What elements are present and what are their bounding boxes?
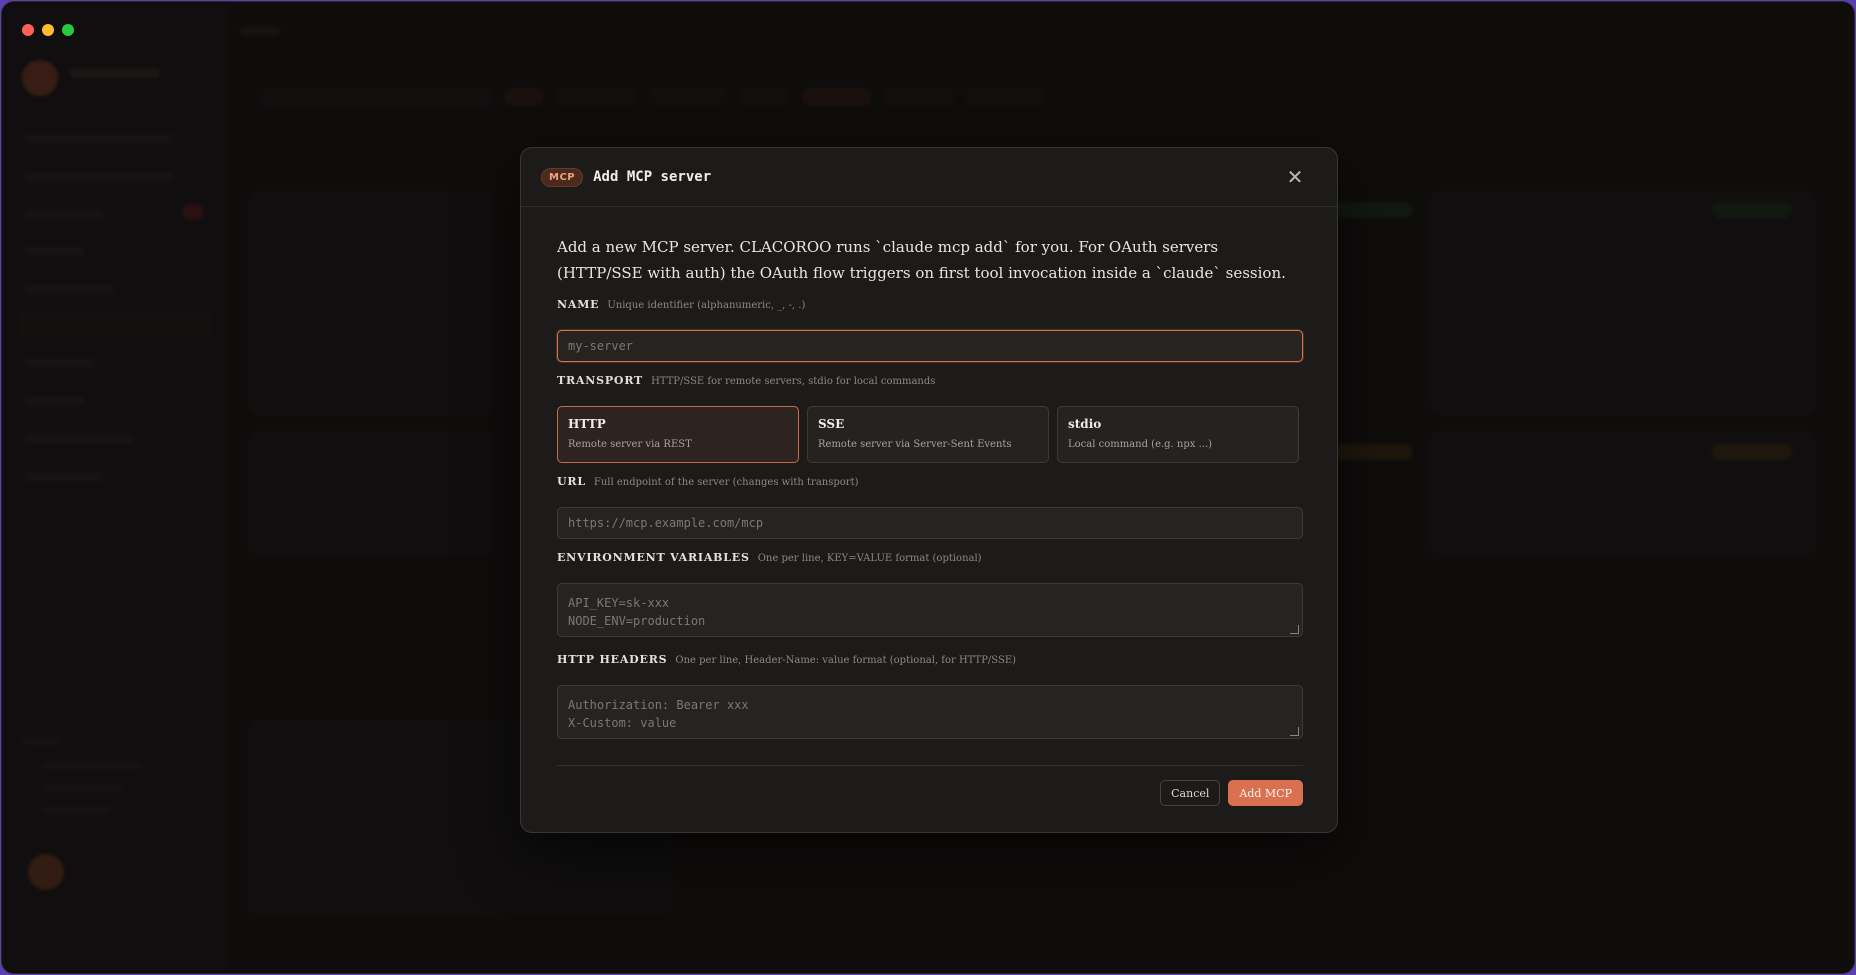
transport-option-http[interactable]: HTTP Remote server via REST: [557, 406, 799, 463]
transport-option-stdio[interactable]: stdio Local command (e.g. npx ...): [1057, 406, 1299, 463]
app-window: MCP Add MCP server ✕ Add a new MCP serve…: [2, 2, 1854, 973]
window-close-button[interactable]: [22, 24, 34, 36]
http-headers-textarea[interactable]: Authorization: Bearer xxx X-Custom: valu…: [557, 685, 1303, 739]
name-input[interactable]: my-server: [557, 330, 1303, 362]
name-input-placeholder: my-server: [568, 339, 634, 353]
window-maximize-button[interactable]: [62, 24, 74, 36]
add-mcp-server-dialog: MCP Add MCP server ✕ Add a new MCP serve…: [520, 147, 1338, 833]
url-field-label: URL Full endpoint of the server (changes…: [557, 475, 859, 488]
headers-placeholder-line: X-Custom: value: [568, 716, 677, 730]
dialog-footer: Cancel Add MCP: [557, 780, 1303, 806]
resize-handle-icon[interactable]: [1290, 625, 1299, 634]
transport-option-sse[interactable]: SSE Remote server via Server-Sent Events: [807, 406, 1049, 463]
transport-field-label: TRANSPORT HTTP/SSE for remote servers, s…: [557, 374, 936, 387]
dialog-header: MCP Add MCP server ✕: [521, 148, 1337, 207]
url-input-placeholder: https://mcp.example.com/mcp: [568, 516, 764, 530]
headers-field-label: HTTP HEADERS One per line, Header-Name: …: [557, 653, 1017, 666]
env-field-label: ENVIRONMENT VARIABLES One per line, KEY=…: [557, 551, 982, 564]
dialog-body: Add a new MCP server. CLACOROO runs `cla…: [521, 207, 1337, 806]
window-minimize-button[interactable]: [42, 24, 54, 36]
cancel-button[interactable]: Cancel: [1160, 780, 1221, 806]
mcp-badge: MCP: [541, 167, 584, 187]
window-controls: [22, 24, 74, 36]
dialog-title: Add MCP server: [593, 169, 712, 185]
transport-options: HTTP Remote server via REST SSE Remote s…: [557, 406, 1301, 463]
headers-placeholder-line: Authorization: Bearer xxx: [568, 698, 749, 712]
add-mcp-button[interactable]: Add MCP: [1228, 780, 1303, 806]
url-input[interactable]: https://mcp.example.com/mcp: [557, 507, 1303, 539]
env-vars-textarea[interactable]: API_KEY=sk-xxx NODE_ENV=production: [557, 583, 1303, 637]
close-icon: ✕: [1286, 165, 1304, 189]
name-field-label: NAME Unique identifier (alphanumeric, _,…: [557, 298, 806, 311]
dialog-description: Add a new MCP server. CLACOROO runs `cla…: [557, 238, 1286, 282]
env-placeholder-line: API_KEY=sk-xxx: [568, 596, 670, 610]
close-button[interactable]: ✕: [1283, 165, 1307, 189]
env-placeholder-line: NODE_ENV=production: [568, 614, 706, 628]
resize-handle-icon[interactable]: [1290, 727, 1299, 736]
footer-divider: [557, 765, 1303, 766]
